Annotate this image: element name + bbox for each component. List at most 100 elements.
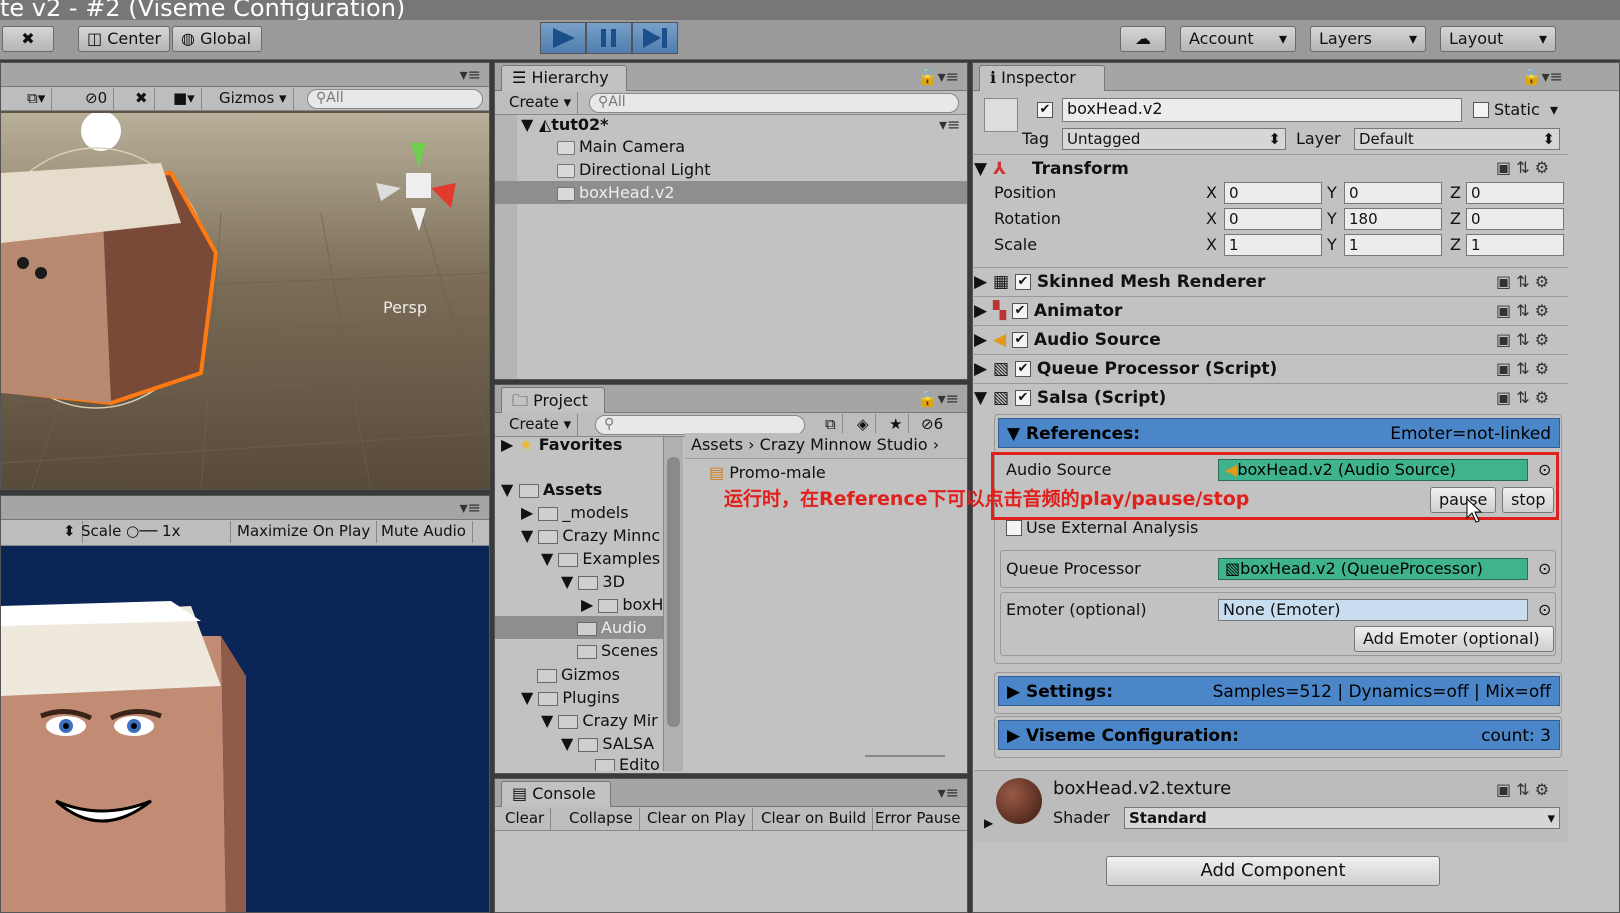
object-picker-icon[interactable]: ⊙: [1538, 598, 1551, 621]
breadcrumb-item[interactable]: Assets: [691, 435, 743, 454]
scene-view[interactable]: ▾≡ ⧉▾ ⊘0 ✖ ■▾ Gizmos ▾ ⚲All Persp: [0, 62, 490, 490]
transform-header[interactable]: ▼ ⅄ Transform: [974, 154, 1568, 183]
favorites-item[interactable]: ▶ ★ Favorites: [501, 433, 622, 456]
use-external-analysis-checkbox[interactable]: [1006, 520, 1022, 536]
component-icons[interactable]: ▣ ⇅ ⚙: [1496, 272, 1549, 291]
menu-icon[interactable]: ▾≡: [938, 783, 959, 802]
tag-dropdown[interactable]: Untagged ⬍: [1062, 128, 1286, 150]
layers-dropdown[interactable]: Layers ▾: [1310, 26, 1426, 52]
scene-root[interactable]: ▼ ◭tut02*: [521, 113, 609, 136]
scene-viewport[interactable]: Persp: [1, 113, 490, 490]
component-enabled-checkbox[interactable]: ✔: [1014, 361, 1031, 377]
object-picker-icon[interactable]: ⊙: [1538, 557, 1551, 580]
lock-menu-icon[interactable]: 🔒▾≡: [1522, 67, 1563, 86]
material-expand-icon[interactable]: ▶: [984, 812, 993, 835]
project-tree-item[interactable]: ▶ _models: [521, 501, 629, 524]
component-enabled-checkbox[interactable]: ✔: [1012, 303, 1028, 319]
project-tree-item[interactable]: Edito: [595, 753, 660, 771]
project-tree-item[interactable]: ▼ SALSA: [561, 732, 654, 755]
component-icons[interactable]: ▣ ⇅ ⚙: [1496, 780, 1549, 799]
emoter-field[interactable]: None (Emoter): [1218, 599, 1528, 621]
tab-hierarchy[interactable]: ☰ Hierarchy: [501, 65, 627, 91]
scene-menu-icon[interactable]: ▾≡: [939, 115, 960, 134]
queue-processor-field[interactable]: ▧boxHead.v2 (QueueProcessor): [1218, 558, 1528, 580]
console-collapse-button[interactable]: Collapse: [563, 808, 640, 830]
create-dropdown[interactable]: Create ▾: [503, 92, 579, 114]
settings-header[interactable]: ▶ Settings: Samples=512 | Dynamics=off | …: [998, 676, 1560, 706]
camera-icon[interactable]: ■▾: [167, 88, 202, 110]
position-x-field[interactable]: 0: [1224, 182, 1322, 204]
project-tree-item[interactable]: ▼ Plugins: [521, 686, 620, 709]
viseme-configuration-header[interactable]: ▶ Viseme Configuration: count: 3: [998, 720, 1560, 750]
project-tree-item-selected[interactable]: Audio: [495, 616, 663, 639]
scene-search-input[interactable]: ⚲All: [307, 89, 483, 109]
component-icons[interactable]: ▣ ⇅ ⚙: [1496, 301, 1549, 320]
component-icons[interactable]: ▣ ⇅ ⚙: [1496, 330, 1549, 349]
fx-icon[interactable]: ✖: [129, 88, 155, 110]
component-icons[interactable]: ▣ ⇅ ⚙: [1496, 388, 1549, 407]
component-audio-source[interactable]: ▶ ◀ ✔ Audio Source: [974, 325, 1568, 354]
scale-y-field[interactable]: 1: [1344, 234, 1442, 256]
hierarchy-item[interactable]: Directional Light: [557, 158, 711, 181]
component-salsa[interactable]: ▼ ▧ ✔ Salsa (Script): [974, 383, 1568, 412]
console-clear-button[interactable]: Clear: [499, 808, 552, 830]
component-icons[interactable]: ▣ ⇅ ⚙: [1496, 158, 1549, 177]
project-tree-item[interactable]: ▼ 3D: [561, 570, 625, 593]
component-animator[interactable]: ▶ ▚ ✔ Animator: [974, 296, 1568, 325]
lock-menu-icon[interactable]: 🔒▾≡: [918, 389, 959, 408]
pivot-global-button[interactable]: ◍ Global: [172, 26, 262, 52]
static-dropdown-arrow-icon[interactable]: ▾: [1550, 98, 1558, 121]
play-button[interactable]: [540, 22, 586, 54]
pivot-center-button[interactable]: ◫ Center: [78, 26, 170, 52]
tab-console[interactable]: ▤ Console: [501, 781, 611, 807]
zoom-slider[interactable]: [865, 755, 945, 763]
object-name-input[interactable]: boxHead.v2: [1062, 98, 1462, 122]
tab-project[interactable]: 🗀 Project: [501, 387, 605, 413]
static-checkbox[interactable]: [1473, 102, 1489, 118]
account-dropdown[interactable]: Account ▾: [1180, 26, 1296, 52]
game-view[interactable]: ▾≡ ⬍ Scale ○── 1x Maximize On Play Mute …: [0, 495, 490, 913]
breadcrumb-item[interactable]: Crazy Minnow Studio: [760, 435, 928, 454]
component-skinned-mesh-renderer[interactable]: ▶ ▦ ✔ Skinned Mesh Renderer: [974, 267, 1568, 296]
scale-x-field[interactable]: 1: [1224, 234, 1322, 256]
asset-file[interactable]: ▤ Promo-male: [709, 461, 826, 484]
layer-dropdown[interactable]: Default ⬍: [1354, 128, 1560, 150]
pause-button[interactable]: [586, 22, 632, 54]
position-z-field[interactable]: 0: [1466, 182, 1564, 204]
scale-slider[interactable]: Scale ○── 1x: [75, 521, 231, 543]
tab-inspector[interactable]: ℹ Inspector: [979, 65, 1105, 91]
console-error-pause-button[interactable]: Error Pause: [869, 808, 966, 830]
step-button[interactable]: [632, 22, 678, 54]
rotation-z-field[interactable]: 0: [1466, 208, 1564, 230]
rotation-y-field[interactable]: 180: [1344, 208, 1442, 230]
references-header[interactable]: ▼ References: Emoter=not-linked: [998, 418, 1560, 448]
project-tree-item[interactable]: Gizmos: [537, 663, 620, 686]
layout-dropdown[interactable]: Layout ▾: [1440, 26, 1556, 52]
component-queue-processor[interactable]: ▶ ▧ ✔ Queue Processor (Script): [974, 354, 1568, 383]
menu-icon[interactable]: ▾≡: [460, 498, 481, 517]
project-tree-item[interactable]: ▼ Crazy Mir: [541, 709, 658, 732]
hierarchy-search-input[interactable]: ⚲All: [589, 93, 959, 113]
shader-dropdown[interactable]: Standard ▾: [1124, 807, 1560, 829]
mute-audio-toggle[interactable]: Mute Audio: [375, 521, 473, 543]
hierarchy-item[interactable]: Main Camera: [557, 135, 685, 158]
lock-menu-icon[interactable]: 🔒▾≡: [918, 67, 959, 86]
component-enabled-checkbox[interactable]: ✔: [1014, 274, 1031, 290]
component-enabled-checkbox[interactable]: ✔: [1012, 332, 1028, 348]
hierarchy-item-selected[interactable]: boxHead.v2: [495, 181, 967, 204]
console-clear-on-build-button[interactable]: Clear on Build: [755, 808, 874, 830]
component-enabled-checkbox[interactable]: ✔: [1014, 390, 1031, 406]
project-tree-item[interactable]: ▼ Examples: [541, 547, 660, 570]
add-emoter-button[interactable]: Add Emoter (optional): [1354, 626, 1554, 652]
project-tree-item[interactable]: Scenes: [577, 639, 658, 662]
gizmos-dropdown[interactable]: Gizmos ▾: [213, 88, 294, 110]
add-component-button[interactable]: Add Component: [1106, 856, 1440, 886]
cloud-button[interactable]: ☁: [1120, 26, 1166, 52]
project-tree-item[interactable]: ▶ boxH: [581, 593, 663, 616]
rotation-x-field[interactable]: 0: [1224, 208, 1322, 230]
component-icons[interactable]: ▣ ⇅ ⚙: [1496, 359, 1549, 378]
project-tree-scrollbar[interactable]: [663, 437, 683, 771]
project-search-input[interactable]: ⚲: [595, 415, 805, 435]
console-clear-on-play-button[interactable]: Clear on Play: [641, 808, 753, 830]
position-y-field[interactable]: 0: [1344, 182, 1442, 204]
